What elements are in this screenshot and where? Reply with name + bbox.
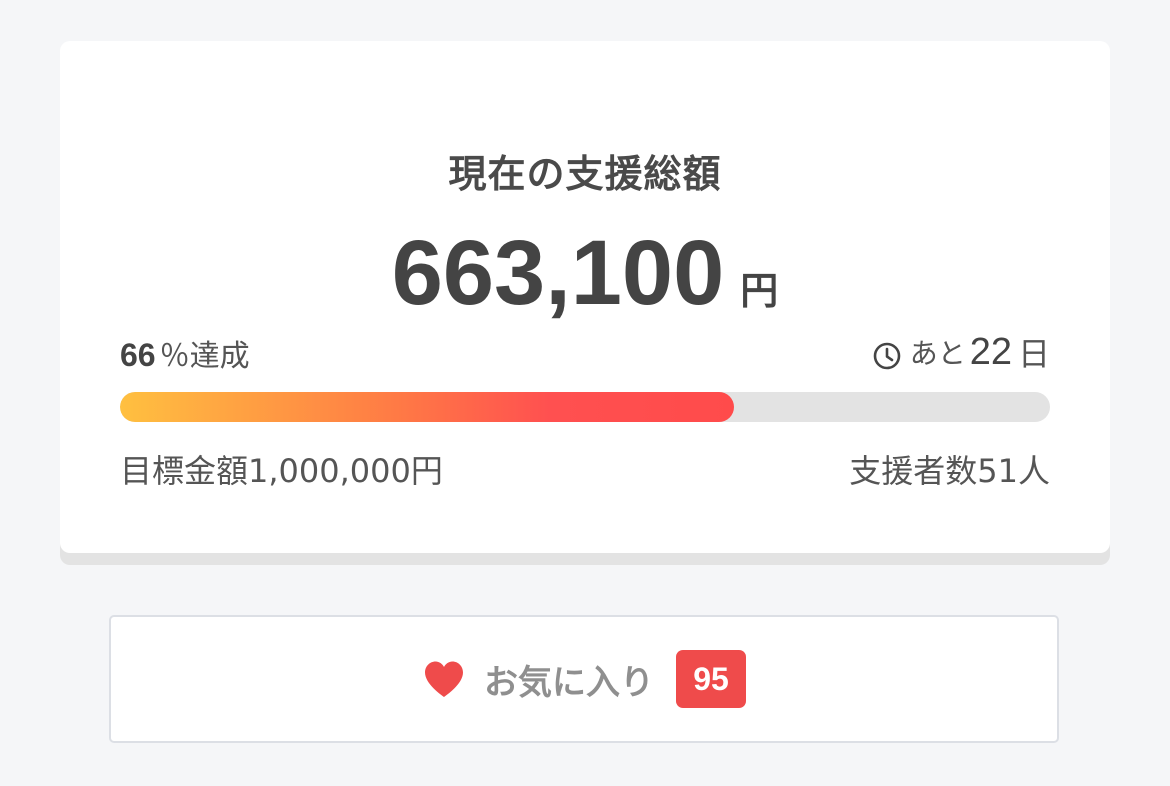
funding-summary-card: 現在の支援総額 663,100 円 66 ％達成 あと 22 日 目標金額1,0… (60, 41, 1110, 553)
funding-title: 現在の支援総額 (448, 152, 722, 196)
favorite-count-badge: 95 (676, 650, 746, 708)
heart-icon (425, 661, 463, 697)
remaining-suffix: 日 (1017, 335, 1050, 373)
goal-amount: 目標金額1,000,000円 (120, 452, 443, 490)
achievement-rate: 66 ％達成 (120, 331, 250, 375)
remaining-days-value: 22 (969, 330, 1012, 373)
amount-unit: 円 (740, 269, 779, 313)
remaining-days: あと 22 日 (872, 329, 1050, 375)
progress-fill (120, 392, 734, 422)
amount-value: 663,100 (391, 222, 725, 324)
progress-bar (120, 392, 1050, 422)
remaining-prefix: あと (909, 337, 966, 370)
favorite-label: お気に入り (484, 662, 654, 703)
supporter-count: 支援者数51人 (849, 452, 1050, 490)
clock-icon (873, 342, 900, 370)
percent-suffix: ％達成 (159, 339, 250, 374)
percent-value: 66 (120, 337, 156, 373)
funding-amount: 663,100 円 (60, 221, 1110, 326)
favorite-button[interactable]: お気に入り 95 (109, 615, 1059, 743)
